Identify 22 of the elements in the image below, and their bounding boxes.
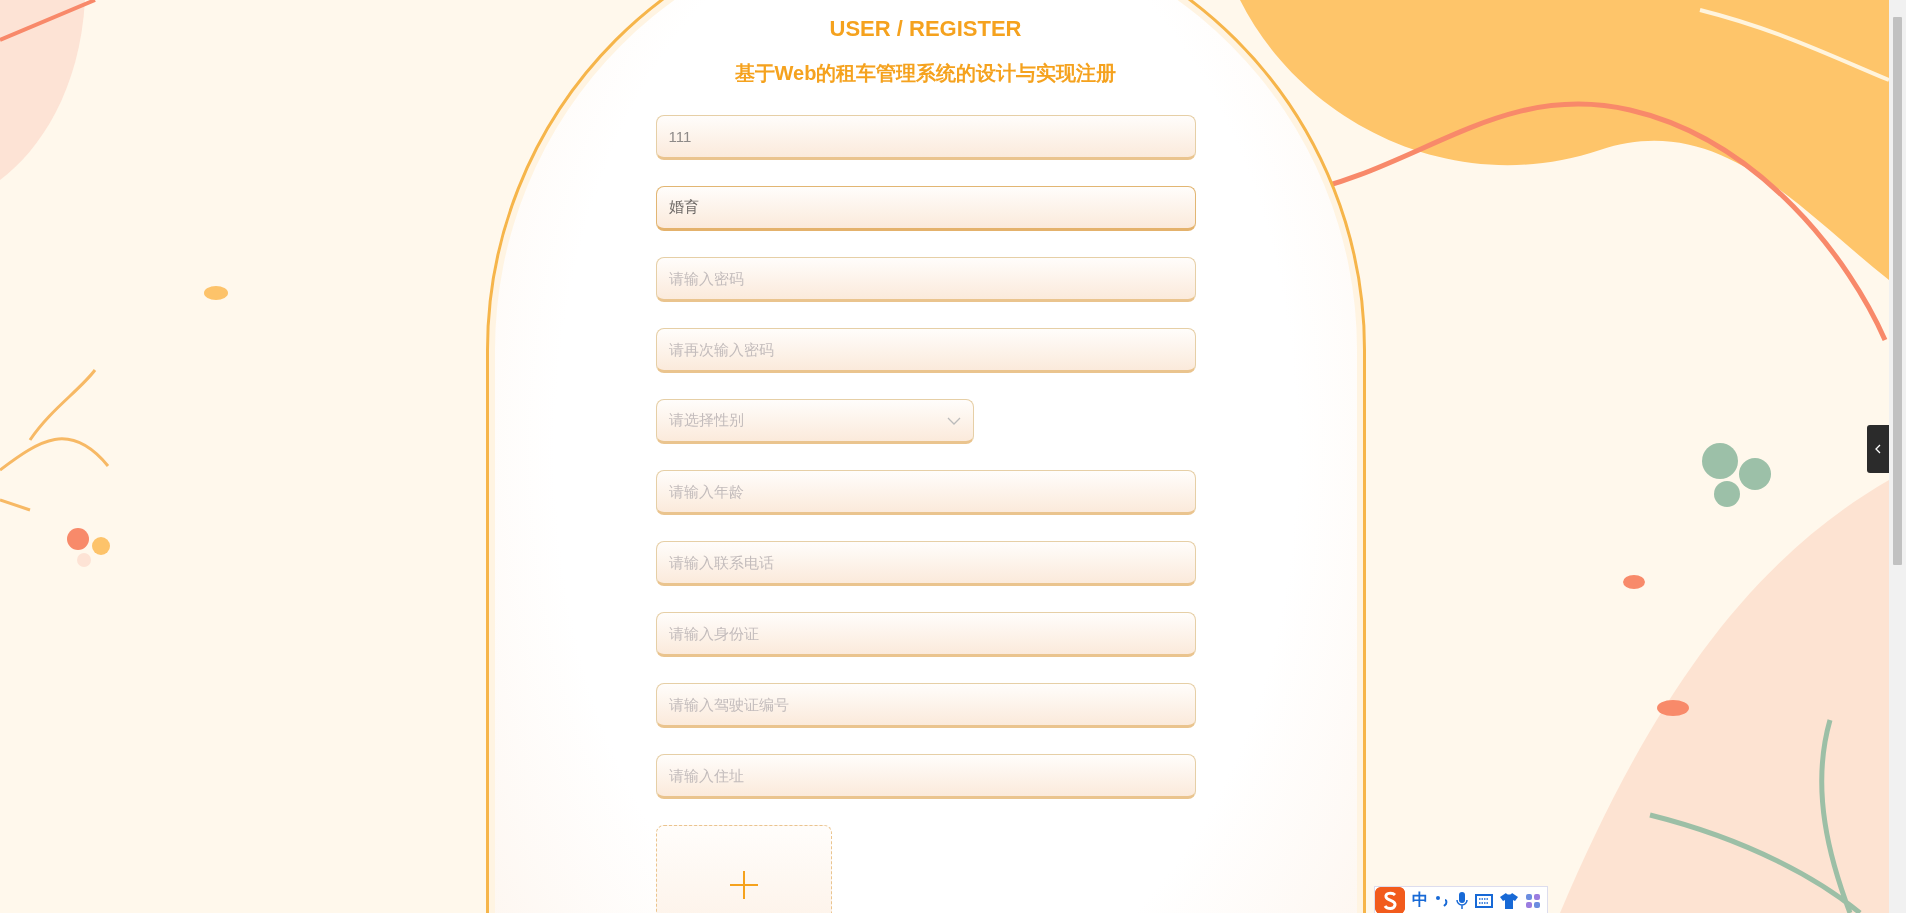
side-panel-toggle[interactable]: [1867, 425, 1889, 473]
shirt-icon[interactable]: [1500, 892, 1518, 909]
ime-logo-icon[interactable]: [1375, 887, 1405, 913]
input-field[interactable]: 111: [655, 115, 1196, 160]
input-field[interactable]: 请输入驾驶证编号: [655, 683, 1196, 728]
dots-drawing: [67, 528, 110, 567]
plus-icon: [728, 870, 759, 900]
dots-drawing: [1702, 443, 1771, 507]
ime-mode-toggle[interactable]: 中: [1412, 890, 1428, 911]
scrollbar[interactable]: [1889, 0, 1906, 913]
scrollbar-thumb[interactable]: [1893, 17, 1902, 565]
chevron-left-icon: [1875, 444, 1881, 454]
dot-shape: [204, 286, 228, 300]
punctuation-icon[interactable]: [1435, 893, 1449, 908]
form-title: USER / REGISTER: [829, 16, 1022, 42]
chevron-down-icon: [946, 416, 961, 425]
microphone-icon[interactable]: [1456, 892, 1468, 909]
input-field[interactable]: 请输入密码: [655, 257, 1196, 302]
app-grid-icon[interactable]: [1525, 892, 1541, 909]
form-subtitle: 基于Web的租车管理系统的设计与实现注册: [734, 61, 1117, 86]
keyboard-icon[interactable]: [1475, 893, 1493, 908]
input-field[interactable]: 婚育: [655, 186, 1196, 231]
